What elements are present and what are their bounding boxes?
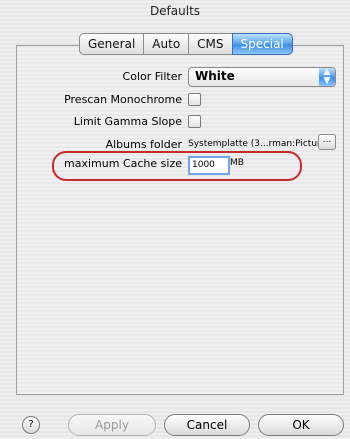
color-filter-value: White <box>195 69 235 83</box>
tab-cms[interactable]: CMS <box>188 33 232 55</box>
ok-button[interactable]: OK <box>258 414 344 436</box>
browse-folder-button[interactable]: ... <box>318 134 336 150</box>
tab-special[interactable]: Special <box>231 33 293 55</box>
chevron-updown-icon: ▲ ▼ <box>319 68 335 86</box>
window-title: Defaults <box>149 4 201 18</box>
cache-size-unit: MB <box>230 158 244 168</box>
cache-size-input[interactable] <box>188 156 230 175</box>
tab-auto[interactable]: Auto <box>143 33 189 55</box>
limit-gamma-label: Limit Gamma Slope <box>73 115 182 128</box>
albums-folder-label: Albums folder <box>105 138 182 151</box>
cancel-button[interactable]: Cancel <box>164 414 250 436</box>
tab-general[interactable]: General <box>79 33 144 55</box>
color-filter-select[interactable]: White ▲ ▼ <box>188 67 336 87</box>
limit-gamma-checkbox[interactable] <box>188 115 201 128</box>
prescan-monochrome-label: Prescan Monochrome <box>64 93 182 106</box>
cache-size-label: maximum Cache size <box>64 157 182 170</box>
apply-button[interactable]: Apply <box>68 414 156 436</box>
tab-bar: General Auto CMS Special <box>79 33 293 55</box>
help-icon[interactable]: ? <box>22 416 40 434</box>
color-filter-label: Color Filter <box>122 70 182 83</box>
prescan-monochrome-checkbox[interactable] <box>188 93 201 106</box>
albums-folder-path: Systemplatte (3...rman:Pictures: <box>188 139 334 149</box>
